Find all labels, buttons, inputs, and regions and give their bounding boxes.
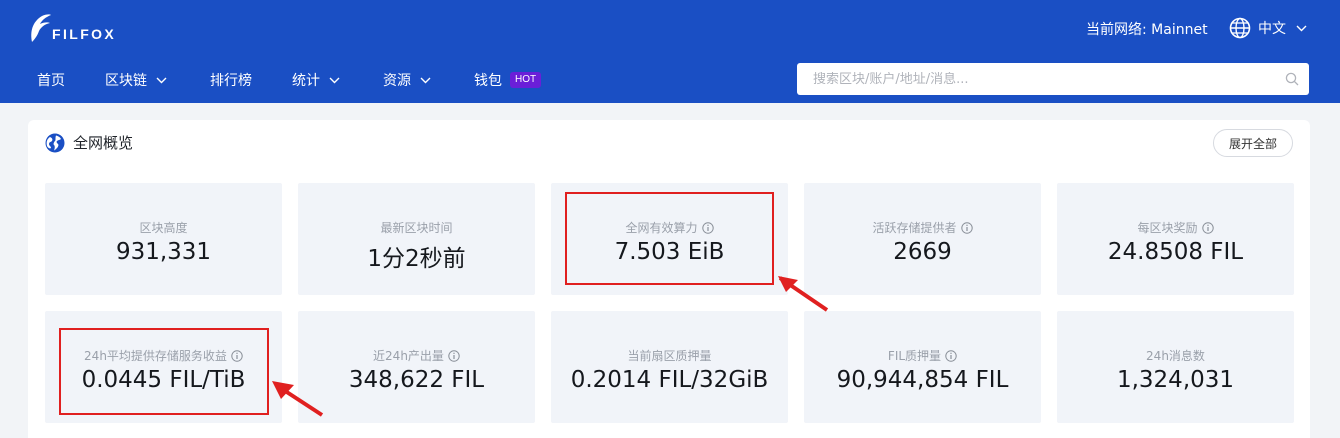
- stat-value: 1,324,031: [1116, 367, 1235, 393]
- stat-card-fil-pledged: FIL质押量 90,944,854 FIL: [804, 311, 1041, 423]
- stat-card-24h-output: 近24h产出量 348,622 FIL: [298, 311, 535, 423]
- nav-item-resources[interactable]: 资源: [383, 70, 431, 90]
- search-icon[interactable]: [1285, 72, 1299, 86]
- nav-item-label: 统计: [292, 73, 320, 89]
- fox-logo-icon: [31, 14, 51, 42]
- stat-label: 每区块奖励: [1057, 219, 1294, 236]
- info-icon[interactable]: [448, 349, 460, 362]
- language-selector[interactable]: 中文: [1229, 17, 1307, 39]
- info-icon[interactable]: [1201, 221, 1214, 234]
- nav-item-wallet[interactable]: 钱包 HOT: [474, 70, 542, 90]
- stat-label: 活跃存储提供者: [804, 219, 1041, 236]
- stat-value: 24.8508 FIL: [1107, 239, 1244, 265]
- overview-title-text: 全网概览: [73, 134, 134, 152]
- nav-item-stats[interactable]: 统计: [292, 70, 340, 90]
- red-arrow-icon: [778, 276, 829, 312]
- stat-label: FIL质押量: [804, 347, 1041, 364]
- filfox-logo[interactable]: FILFOX: [28, 12, 114, 44]
- top-header: FILFOX 当前网络: Mainnet 中文 首页 区块链 排行榜 统计 资源…: [0, 0, 1340, 103]
- chevron-down-icon: [1296, 25, 1307, 31]
- stat-card-block-reward: 每区块奖励 24.8508 FIL: [1057, 183, 1294, 295]
- overview-title: 全网概览: [45, 132, 133, 153]
- earth-icon: [45, 133, 65, 152]
- stat-card-24h-messages: 24h消息数 1,324,031: [1057, 311, 1294, 423]
- chevron-down-icon: [420, 77, 431, 83]
- nav-item-label: 钱包: [474, 73, 502, 89]
- stat-value: 0.2014 FIL/32GiB: [570, 367, 769, 393]
- expand-all-button[interactable]: 展开全部: [1213, 129, 1293, 157]
- stat-value: 2669: [893, 239, 952, 265]
- highlight-box-storage-revenue: [59, 328, 269, 415]
- stat-label: 最新区块时间: [380, 221, 453, 235]
- hot-badge: HOT: [510, 72, 542, 88]
- globe-icon: [1229, 17, 1251, 39]
- stat-value: 931,331: [115, 239, 212, 265]
- nav-item-label: 区块链: [105, 73, 147, 89]
- stat-card-active-providers: 活跃存储提供者 2669: [804, 183, 1041, 295]
- stat-card-block-height: 区块高度 931,331: [45, 183, 282, 295]
- red-arrow-icon: [272, 381, 324, 417]
- language-label: 中文: [1258, 21, 1286, 37]
- network-indicator[interactable]: 当前网络: Mainnet: [1086, 19, 1208, 39]
- nav-item-ranking[interactable]: 排行榜: [210, 70, 252, 90]
- stat-label: 区块高度: [139, 221, 188, 235]
- nav-item-label: 资源: [383, 73, 411, 89]
- chevron-down-icon: [329, 77, 340, 83]
- stat-value: 1分2秒前: [367, 246, 466, 272]
- info-icon[interactable]: [945, 349, 957, 362]
- highlight-box-network-power: [565, 192, 774, 285]
- nav-item-home[interactable]: 首页: [37, 70, 65, 90]
- stat-value: 90,944,854 FIL: [836, 367, 1009, 393]
- stat-card-sector-pledge: 当前扇区质押量 0.2014 FIL/32GiB: [551, 311, 788, 423]
- logo-text: FILFOX: [52, 26, 117, 42]
- search-input[interactable]: [813, 71, 1285, 87]
- nav-item-label: 首页: [37, 73, 65, 89]
- stat-label: 24h消息数: [1146, 349, 1205, 363]
- stat-card-latest-block-time: 最新区块时间 1分2秒前: [298, 183, 535, 295]
- stat-label: 近24h产出量: [298, 347, 535, 364]
- nav-item-blockchain[interactable]: 区块链: [105, 70, 167, 90]
- stat-label: 当前扇区质押量: [627, 349, 712, 363]
- info-icon[interactable]: [960, 221, 973, 234]
- chevron-down-icon: [156, 77, 167, 83]
- search-box[interactable]: [797, 63, 1309, 95]
- nav-item-label: 排行榜: [210, 73, 252, 89]
- stat-value: 348,622 FIL: [348, 367, 485, 393]
